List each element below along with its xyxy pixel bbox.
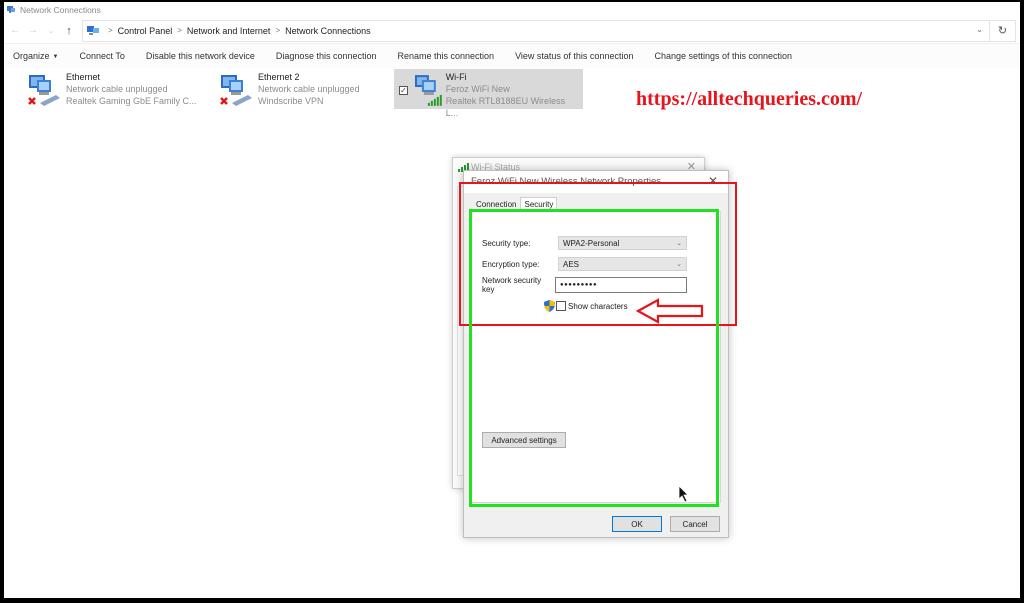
breadcrumb-control-panel[interactable]: Control Panel: [118, 26, 173, 36]
show-characters-option: Show characters: [544, 300, 628, 312]
network-key-value: ●●●●●●●●●: [560, 282, 598, 288]
network-key-row: Network security key ●●●●●●●●●: [482, 276, 687, 294]
connection-item-ethernet-2[interactable]: Ethernet 2 Network cable unplugged Winds…: [218, 71, 360, 111]
window-title: Network Connections: [20, 5, 101, 15]
mouse-cursor-icon: [678, 485, 689, 503]
connection-status: Feroz WiFi New: [445, 84, 510, 94]
network-key-input[interactable]: ●●●●●●●●●: [555, 277, 687, 293]
diagnose-connection-button[interactable]: Diagnose this connection: [276, 51, 377, 61]
breadcrumb-network-and-internet[interactable]: Network and Internet: [187, 26, 271, 36]
uac-shield-icon: [544, 300, 555, 312]
title-bar: Network Connections: [4, 2, 1020, 18]
connection-adapter: Realtek RTL8188EU Wireless L...: [445, 96, 566, 118]
cancel-button[interactable]: Cancel: [670, 516, 720, 532]
close-icon[interactable]: ✕: [708, 174, 718, 188]
security-type-value: WPA2-Personal: [563, 238, 620, 248]
back-button[interactable]: ←: [8, 25, 22, 36]
properties-title: Feroz WiFi New Wireless Network Properti…: [471, 176, 662, 187]
rename-connection-button[interactable]: Rename this connection: [398, 51, 495, 61]
connection-name: Ethernet: [66, 72, 101, 82]
show-characters-label[interactable]: Show characters: [568, 302, 628, 311]
tab-security[interactable]: Security: [520, 197, 558, 212]
view-status-button[interactable]: View status of this connection: [515, 51, 633, 61]
organize-label: Organize: [13, 51, 50, 61]
network-key-label: Network security key: [482, 276, 542, 294]
command-bar: Organize ▼ Connect To Disable this networ…: [4, 44, 1020, 68]
tab-connection[interactable]: Connection: [472, 197, 520, 211]
encryption-type-select[interactable]: AES ⌄: [558, 257, 687, 271]
connect-to-button[interactable]: Connect To: [79, 51, 124, 61]
connection-name: Ethernet 2: [258, 72, 300, 82]
control-panel-icon: [87, 26, 99, 35]
connection-status: Network cable unplugged: [66, 84, 168, 94]
breadcrumb-separator: >: [275, 26, 281, 35]
ethernet-disconnected-icon: [28, 75, 60, 106]
checkmark-icon: ✓: [400, 86, 407, 95]
up-button[interactable]: ↑: [62, 25, 76, 37]
chevron-down-icon: ⌄: [676, 240, 682, 247]
chevron-down-icon: ⌄: [676, 261, 682, 268]
security-type-row: Security type: WPA2-Personal ⌄: [482, 236, 687, 250]
connection-status: Network cable unplugged: [258, 84, 360, 94]
website-watermark: https://alltechqueries.com/: [636, 88, 863, 110]
show-characters-checkbox[interactable]: [556, 301, 566, 311]
encryption-type-row: Encryption type: AES ⌄: [482, 257, 687, 271]
encryption-type-label: Encryption type:: [482, 259, 540, 269]
address-bar[interactable]: > Control Panel > Network and Internet >…: [82, 19, 990, 42]
caret-down-icon: ▼: [52, 54, 59, 60]
network-connections-app-icon: [7, 6, 15, 13]
properties-tabs: Connection Security: [472, 197, 558, 212]
connection-adapter: Realtek Gaming GbE Family C...: [66, 96, 197, 106]
ethernet-disconnected-icon: [220, 75, 252, 106]
wifi-connected-icon: [414, 75, 442, 106]
address-dropdown-icon[interactable]: ⌄: [976, 25, 983, 34]
connection-adapter: Windscribe VPN: [258, 96, 324, 106]
change-settings-button[interactable]: Change settings of this connection: [654, 51, 792, 61]
connections-list: Ethernet Network cable unplugged Realtek…: [4, 68, 1020, 118]
properties-title-bar: Feroz WiFi New Wireless Network Properti…: [464, 171, 728, 193]
refresh-icon: ↻: [997, 25, 1008, 37]
connection-name: Wi-Fi: [445, 72, 467, 82]
advanced-settings-button[interactable]: Advanced settings: [482, 432, 566, 448]
forward-button[interactable]: →: [26, 25, 40, 36]
breadcrumb-separator: >: [108, 26, 113, 35]
connection-item-ethernet[interactable]: Ethernet Network cable unplugged Realtek…: [26, 71, 197, 111]
disable-device-button[interactable]: Disable this network device: [146, 51, 255, 61]
navigation-bar: ← → ⌄ ↑ > Control Panel > Network and In…: [4, 18, 1020, 44]
breadcrumb-separator: >: [177, 26, 182, 35]
security-type-select[interactable]: WPA2-Personal ⌄: [558, 236, 687, 250]
organize-menu[interactable]: Organize ▼: [13, 51, 58, 61]
recent-locations-button[interactable]: ⌄: [44, 27, 58, 35]
security-panel: Security type: WPA2-Personal ⌄ Encryptio…: [471, 211, 721, 503]
wireless-properties-dialog: Feroz WiFi New Wireless Network Properti…: [463, 170, 729, 538]
breadcrumb-network-connections[interactable]: Network Connections: [285, 26, 371, 36]
ok-button[interactable]: OK: [612, 516, 662, 532]
connection-item-wifi[interactable]: ✓ Wi-Fi Feroz WiFi New Realtek RTL8188EU…: [394, 69, 583, 118]
security-type-label: Security type:: [482, 238, 531, 248]
encryption-type-value: AES: [563, 259, 580, 269]
selection-checkbox[interactable]: ✓: [399, 86, 408, 95]
refresh-button[interactable]: ↻: [990, 19, 1016, 42]
